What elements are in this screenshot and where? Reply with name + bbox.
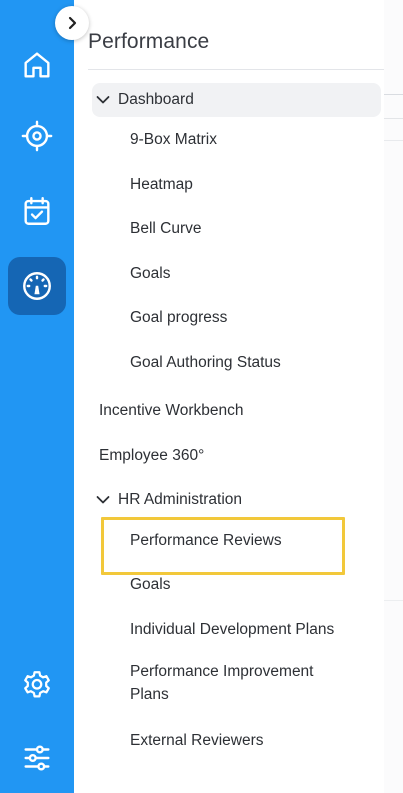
nav-item-employee-360[interactable]: Employee 360° — [92, 439, 382, 473]
nav-item-goals[interactable]: Goals — [92, 257, 382, 291]
app-window: Performance Dashboard 9-Box Matrix Heatm… — [0, 0, 403, 793]
nav-item-goal-progress[interactable]: Goal progress — [92, 301, 382, 335]
divider — [88, 69, 384, 70]
rail-settings[interactable] — [8, 656, 66, 714]
nav-item-9-box-matrix[interactable]: 9-Box Matrix — [92, 123, 382, 157]
nav-item-bell-curve[interactable]: Bell Curve — [92, 212, 382, 246]
nav-item-hr-goals[interactable]: Goals — [92, 568, 382, 602]
rail-goals[interactable] — [8, 107, 66, 165]
calendar-check-icon — [24, 197, 50, 225]
rail-performance[interactable] — [8, 257, 66, 315]
nav-item-individual-development-plans[interactable]: Individual Development Plans — [92, 613, 382, 647]
nav-group-label: Dashboard — [118, 91, 194, 108]
chevron-down-icon — [96, 492, 116, 508]
icon-rail — [0, 0, 74, 793]
nav-item-goal-authoring-status[interactable]: Goal Authoring Status — [92, 346, 382, 380]
nav-item-performance-reviews[interactable]: Performance Reviews — [92, 524, 382, 558]
gear-icon — [24, 671, 50, 698]
nav-group-hr-administration[interactable]: HR Administration — [92, 483, 382, 517]
target-icon — [21, 120, 53, 152]
gauge-icon — [23, 272, 51, 300]
nav-group-label: HR Administration — [118, 491, 243, 508]
panel-title: Performance — [88, 30, 210, 53]
chevron-down-icon — [96, 92, 116, 108]
rail-tasks[interactable] — [8, 182, 66, 240]
rail-filters[interactable] — [8, 729, 66, 787]
nav-item-heatmap[interactable]: Heatmap — [92, 168, 382, 202]
chevron-right-icon — [68, 16, 77, 30]
navigation-panel: Performance Dashboard 9-Box Matrix Heatm… — [74, 0, 384, 793]
nav-item-external-reviewers[interactable]: External Reviewers — [92, 724, 382, 758]
nav-group-dashboard[interactable]: Dashboard — [92, 83, 381, 117]
rail-home[interactable] — [8, 36, 66, 94]
sliders-icon — [24, 745, 50, 771]
nav-item-performance-improvement-plans[interactable]: Performance Improvement Plans — [92, 660, 382, 710]
collapse-toggle-button[interactable] — [55, 6, 89, 40]
page-background — [383, 0, 403, 793]
home-icon — [24, 52, 50, 78]
nav-item-incentive-workbench[interactable]: Incentive Workbench — [92, 394, 382, 428]
